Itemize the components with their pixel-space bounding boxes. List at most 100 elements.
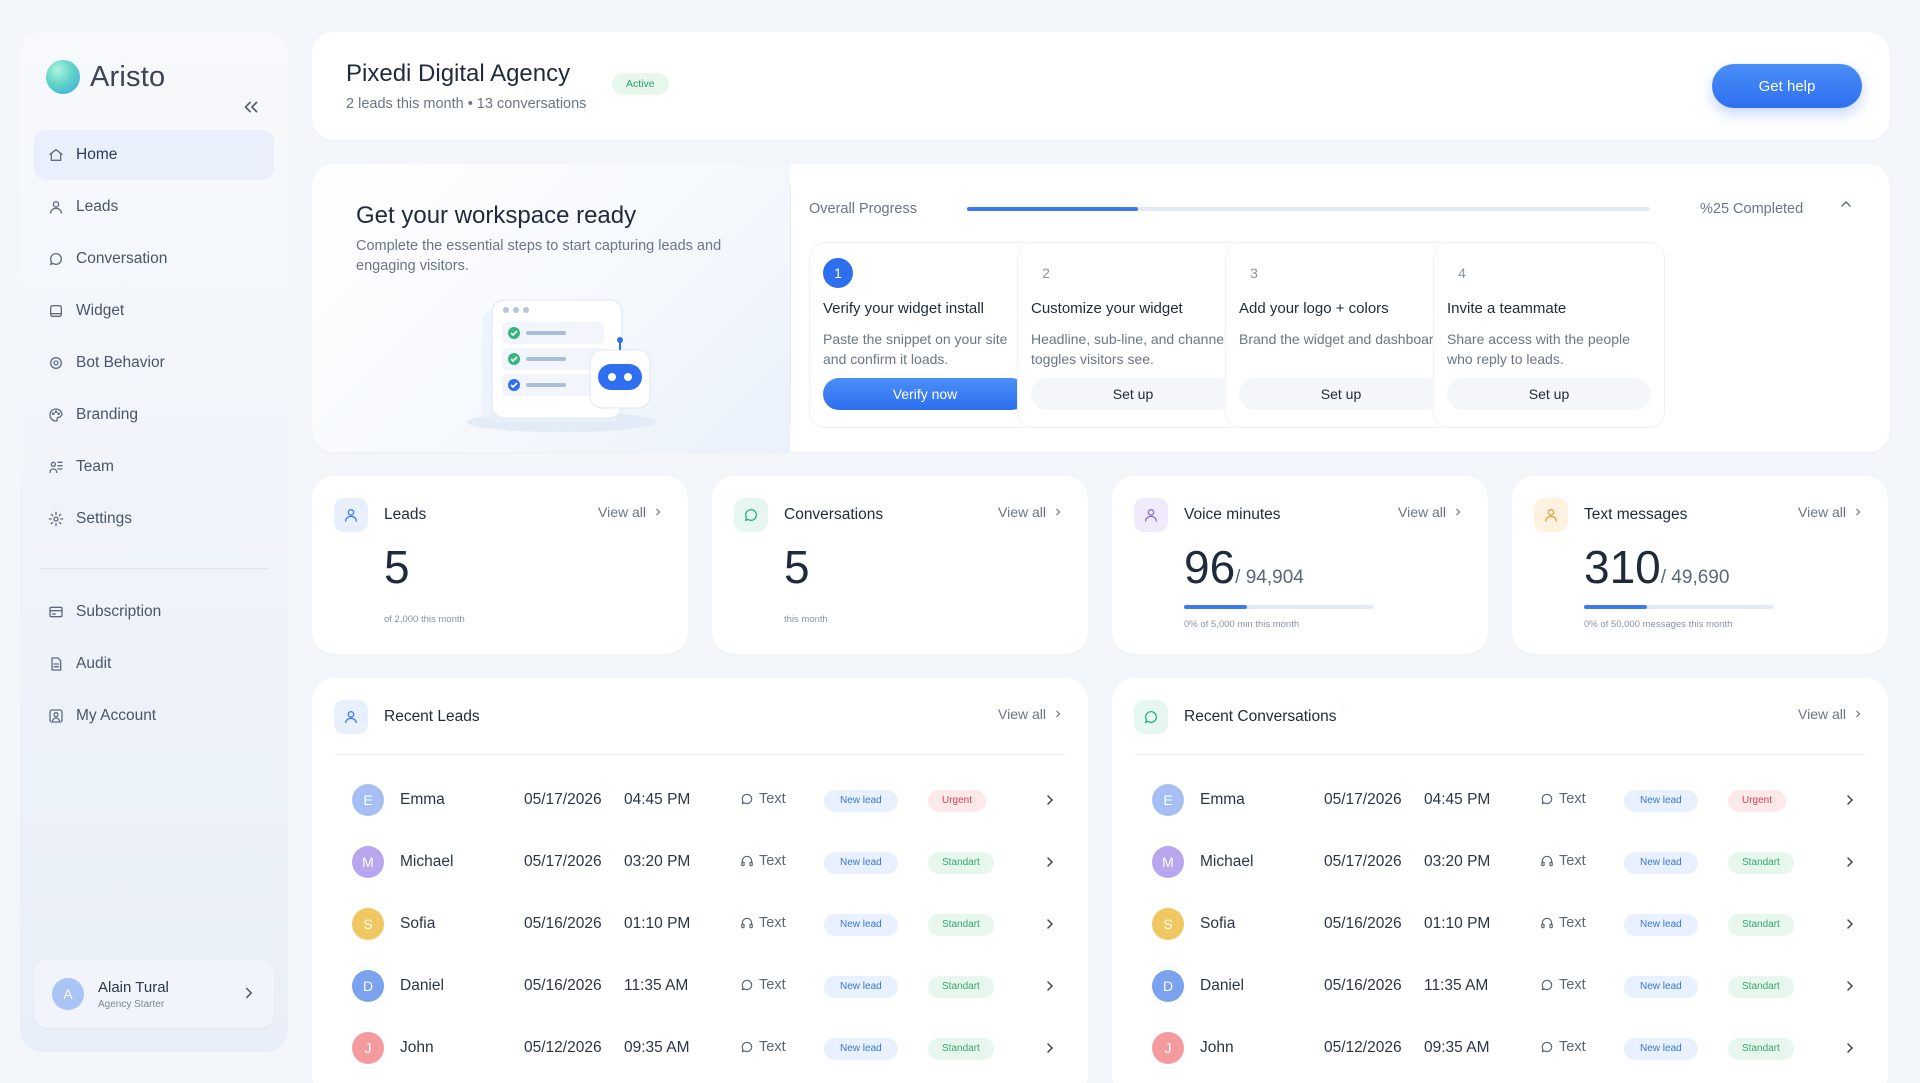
- chevron-up-icon[interactable]: [1838, 196, 1854, 212]
- user-icon: [345, 509, 357, 522]
- table-row[interactable]: S Sofia 05/16/2026 01:10 PM Text New lead Stan…: [1112, 894, 1888, 956]
- chevron-right-icon[interactable]: [1042, 916, 1058, 932]
- stat-number: 5: [784, 541, 810, 593]
- stat-title: Voice minutes: [1184, 506, 1281, 523]
- chevron-right-icon[interactable]: [1842, 916, 1858, 932]
- chevron-right-icon[interactable]: [240, 984, 258, 1002]
- lead-tag-badge: New lead: [1624, 976, 1698, 998]
- table-row[interactable]: D Daniel 05/16/2026 11:35 AM Text New lead Sta…: [1112, 956, 1888, 1018]
- sidebar-item-home[interactable]: Home: [34, 130, 274, 180]
- sidebar-item-branding[interactable]: Branding: [34, 390, 274, 440]
- chevron-right-icon[interactable]: [1842, 792, 1858, 808]
- step-title: Add your logo + colors: [1239, 300, 1389, 317]
- collapse-sidebar-icon[interactable]: [240, 96, 262, 118]
- row-name: John: [400, 1039, 434, 1056]
- sidebar-nav-secondary: Subscription Audit My Account: [34, 587, 274, 741]
- recent-conversations-view-all[interactable]: View all: [1798, 706, 1864, 722]
- sidebar: Aristo Home Leads Conversation Widget Bot Be…: [20, 32, 288, 1052]
- table-row[interactable]: S Sofia 05/16/2026 01:10 PM Text New lead Stan…: [312, 894, 1088, 956]
- sidebar-item-leads[interactable]: Leads: [34, 182, 274, 232]
- stat-card-leads: Leads View all 5 of 2,000 this month: [312, 476, 688, 654]
- user-card[interactable]: A Alain Tural Agency Starter: [34, 960, 274, 1028]
- table-row[interactable]: D Daniel 05/16/2026 11:35 AM Text New lead Sta…: [312, 956, 1088, 1018]
- row-time: 01:10 PM: [624, 915, 691, 932]
- chevron-right-icon[interactable]: [1042, 854, 1058, 870]
- workspace-setup: Get your workspace ready Complete the es…: [312, 164, 1890, 452]
- row-date: 05/17/2026: [1324, 791, 1402, 808]
- step-description: Paste the snippet on your site and confi…: [823, 331, 1008, 367]
- table-row[interactable]: J John 05/12/2026 09:35 AM Text New lead Stand…: [312, 1018, 1088, 1080]
- view-all-label: View all: [1398, 504, 1446, 520]
- sidebar-item-my-account[interactable]: My Account: [34, 691, 274, 741]
- sidebar-item-settings[interactable]: Settings: [34, 494, 274, 544]
- chevron-right-icon[interactable]: [1842, 854, 1858, 870]
- chat-icon: [741, 793, 753, 805]
- view-all-link[interactable]: View all: [1398, 504, 1464, 520]
- chevron-right-icon[interactable]: [1042, 978, 1058, 994]
- set-up-button[interactable]: Set up: [1447, 378, 1651, 410]
- stat-number: 96: [1184, 541, 1236, 593]
- lead-tag-badge: New lead: [1624, 790, 1698, 812]
- table-row[interactable]: J John 05/12/2026 09:35 AM Text New lead Stand…: [1112, 1018, 1888, 1080]
- progress-label: Overall Progress: [809, 201, 917, 217]
- chat-icon: [1134, 700, 1168, 734]
- chevron-right-icon: [1856, 710, 1861, 718]
- row-name: John: [1200, 1039, 1234, 1056]
- get-help-button[interactable]: Get help: [1712, 64, 1862, 108]
- headset-icon: [1541, 917, 1553, 929]
- set-up-button[interactable]: Set up: [1031, 378, 1235, 410]
- view-all-link[interactable]: View all: [998, 504, 1064, 520]
- sidebar-item-bot-behavior[interactable]: Bot Behavior: [34, 338, 274, 388]
- sidebar-item-subscription[interactable]: Subscription: [34, 587, 274, 637]
- chevron-right-icon: [1456, 508, 1461, 516]
- sidebar-item-conversation[interactable]: Conversation: [34, 234, 274, 284]
- table-row[interactable]: M Michael 05/17/2026 03:20 PM Text New lead St…: [1112, 832, 1888, 894]
- priority-badge: Urgent: [1728, 790, 1787, 812]
- chat-icon: [1541, 793, 1553, 805]
- table-row[interactable]: E Emma 05/17/2026 04:45 PM Text New lead Urgen…: [312, 770, 1088, 832]
- chevron-right-icon[interactable]: [1842, 1040, 1858, 1056]
- table-row[interactable]: M Michael 05/17/2026 03:20 PM Text New lead St…: [312, 832, 1088, 894]
- lead-tag-badge: New lead: [1624, 852, 1698, 874]
- avatar: M: [352, 846, 384, 878]
- channel-label: Text: [759, 853, 786, 869]
- sidebar-item-widget[interactable]: Widget: [34, 286, 274, 336]
- chevron-right-icon[interactable]: [1042, 1040, 1058, 1056]
- view-all-link[interactable]: View all: [1798, 504, 1864, 520]
- verify-now-button[interactable]: Verify now: [823, 378, 1027, 410]
- sidebar-item-team[interactable]: Team: [34, 442, 274, 492]
- recent-leads-title: Recent Leads: [384, 708, 480, 725]
- row-date: 05/12/2026: [524, 1039, 602, 1056]
- sidebar-item-label: Branding: [76, 406, 139, 423]
- stat-title: Text messages: [1584, 506, 1688, 523]
- view-all-label: View all: [1798, 706, 1846, 722]
- card-icon: [49, 606, 63, 618]
- org-title: Pixedi Digital Agency: [346, 60, 571, 87]
- sidebar-item-label: Audit: [76, 655, 112, 672]
- lead-tag-badge: New lead: [1624, 914, 1698, 936]
- stat-note: 0% of 50,000 messages this month: [1584, 619, 1733, 630]
- row-date: 05/16/2026: [524, 977, 602, 994]
- table-row[interactable]: E Emma 05/17/2026 04:45 PM Text New lead Urgen…: [1112, 770, 1888, 832]
- recent-leads-view-all[interactable]: View all: [998, 706, 1064, 722]
- set-up-button[interactable]: Set up: [1239, 378, 1443, 410]
- chevron-right-icon[interactable]: [1042, 792, 1058, 808]
- avatar: E: [1152, 784, 1184, 816]
- row-channel: Text: [1540, 977, 1586, 993]
- row-time: 04:45 PM: [624, 791, 691, 808]
- brand: Aristo: [34, 32, 274, 122]
- chevron-right-icon[interactable]: [1842, 978, 1858, 994]
- step-number: 3: [1250, 265, 1258, 281]
- sidebar-item-label: Team: [76, 458, 114, 475]
- view-all-link[interactable]: View all: [598, 504, 664, 520]
- view-all-label: View all: [1798, 504, 1846, 520]
- lead-tag-badge: New lead: [824, 914, 898, 936]
- stat-title: Leads: [384, 506, 427, 523]
- sidebar-item-label: Leads: [76, 198, 119, 215]
- sidebar-item-audit[interactable]: Audit: [34, 639, 274, 689]
- stat-icon-wrap: [334, 498, 368, 532]
- sidebar-item-label: Conversation: [76, 250, 168, 267]
- headset-icon: [741, 855, 753, 867]
- row-date: 05/17/2026: [524, 791, 602, 808]
- avatar: D: [1152, 970, 1184, 1002]
